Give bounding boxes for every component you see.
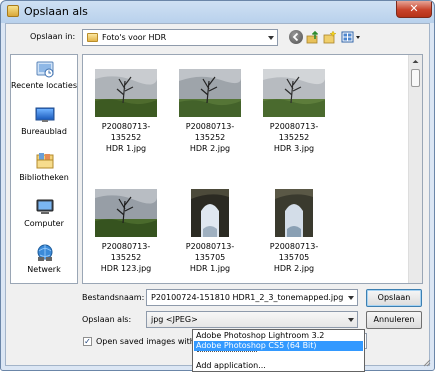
file-tile[interactable]: P20080713-135705 HDR 1.jpg — [171, 185, 249, 277]
save-type-value: jpg <JPEG> — [151, 315, 198, 324]
desktop-icon — [35, 107, 55, 122]
chevron-down-icon — [268, 36, 274, 40]
filename-input[interactable]: P20100724-151810 HDR1_2_3_tonemapped.jpg — [146, 289, 358, 306]
app-icon — [7, 5, 19, 17]
file-name-line2: HDR 1.jpg — [189, 264, 231, 273]
scroll-up-icon[interactable] — [410, 56, 421, 67]
file-name-line1: P20080713-135252 — [101, 122, 151, 142]
dropdown-item-photoshop-cs5[interactable]: Adobe Photoshop CS5 (64 Bit) — [194, 341, 363, 351]
dialog-body: Opslaan in: Foto's voor HDR Recente loca… — [5, 23, 430, 366]
place-libraries[interactable]: Bibliotheken — [11, 149, 77, 195]
filename-value: P20100724-151810 HDR1_2_3_tonemapped.jpg — [151, 293, 344, 302]
save-in-label: Opslaan in: — [30, 32, 76, 41]
file-name-line2: HDR 2.jpg — [189, 144, 231, 153]
save-in-combo[interactable]: Foto's voor HDR — [82, 29, 278, 46]
thumbnail — [191, 189, 229, 237]
place-label: Netwerk — [27, 265, 61, 274]
view-menu-icon[interactable] — [341, 30, 363, 44]
file-name-line1: P20080713-135705 — [185, 242, 235, 262]
file-tile[interactable]: P20080713-135705 HDR 2.jpg — [255, 185, 333, 277]
window-title: Opslaan als — [24, 5, 88, 18]
file-name-line2: HDR 2.jpg — [273, 264, 315, 273]
save-as-dialog: Opslaan als ✕ Opslaan in: Foto's voor HD… — [0, 0, 435, 371]
dropdown-item-lightroom[interactable]: Adobe Photoshop Lightroom 3.2 — [194, 331, 363, 341]
file-name-line2: HDR 3.jpg — [273, 144, 315, 153]
cancel-button[interactable]: Annuleren — [366, 311, 422, 329]
folder-icon — [87, 33, 98, 42]
new-folder-icon[interactable] — [323, 30, 337, 44]
resize-grip-icon[interactable] — [421, 357, 431, 367]
file-tile[interactable]: P20080713-135252 HDR 3.jpg — [255, 65, 333, 157]
place-computer[interactable]: Computer — [11, 195, 77, 241]
up-folder-icon[interactable] — [306, 30, 320, 44]
dropdown-separator — [197, 351, 257, 352]
thumbnail — [95, 69, 157, 117]
thumbnail — [179, 69, 241, 117]
file-tile[interactable]: P20080713-135252 HDR 2.jpg — [171, 65, 249, 157]
recent-places-icon — [36, 61, 54, 78]
place-label: Computer — [24, 219, 64, 228]
title-bar[interactable]: Opslaan als ✕ — [1, 1, 434, 23]
close-button[interactable]: ✕ — [396, 1, 432, 18]
place-label: Bibliotheken — [19, 173, 69, 182]
chevron-down-icon — [348, 296, 354, 300]
places-bar: Recente locaties Bureaublad Bibliotheken… — [10, 54, 78, 284]
chevron-down-icon — [348, 318, 354, 322]
file-name-line2: HDR 123.jpg — [100, 264, 152, 273]
place-network[interactable]: Netwerk — [11, 241, 77, 287]
file-tile[interactable]: P20080713-135252 HDR 1.jpg — [87, 65, 165, 157]
save-button[interactable]: Opslaan — [366, 289, 422, 307]
file-name-line1: P20080713-135705 — [269, 242, 319, 262]
file-list: P20080713-135252 HDR 1.jpg P20080713-1352… — [82, 54, 423, 284]
vertical-scrollbar[interactable] — [408, 55, 422, 283]
save-type-select[interactable]: jpg <JPEG> — [146, 311, 358, 328]
network-icon — [37, 244, 53, 261]
scroll-thumb[interactable] — [411, 69, 420, 87]
filename-label: Bestandsnaam: — [82, 293, 145, 302]
open-with-checkbox[interactable]: ✓ — [83, 337, 92, 346]
open-with-label: Open saved images with: — [96, 337, 198, 346]
computer-icon — [36, 199, 54, 214]
back-icon[interactable] — [289, 30, 303, 44]
thumbnail — [275, 189, 313, 237]
place-recent[interactable]: Recente locaties — [11, 57, 77, 103]
file-name-line1: P20080713-135252 — [269, 122, 319, 142]
file-name-line2: HDR 1.jpg — [105, 144, 147, 153]
libraries-icon — [36, 153, 54, 169]
place-label: Bureaublad — [21, 127, 67, 136]
file-name-line1: P20080713-135252 — [185, 122, 235, 142]
thumbnail — [95, 189, 157, 237]
file-name-line1: P20080713-135252 — [101, 242, 151, 262]
thumbnail — [263, 69, 325, 117]
dropdown-item-add-application[interactable]: Add application... — [194, 361, 363, 371]
place-desktop[interactable]: Bureaublad — [11, 103, 77, 149]
file-tile[interactable]: P20080713-135252 HDR 123.jpg — [87, 185, 165, 277]
place-label: Recente locaties — [11, 81, 77, 90]
open-with-dropdown: Adobe Photoshop Lightroom 3.2 Adobe Phot… — [192, 329, 365, 372]
save-in-value: Foto's voor HDR — [102, 33, 167, 42]
save-type-label: Opslaan als: — [82, 315, 132, 324]
